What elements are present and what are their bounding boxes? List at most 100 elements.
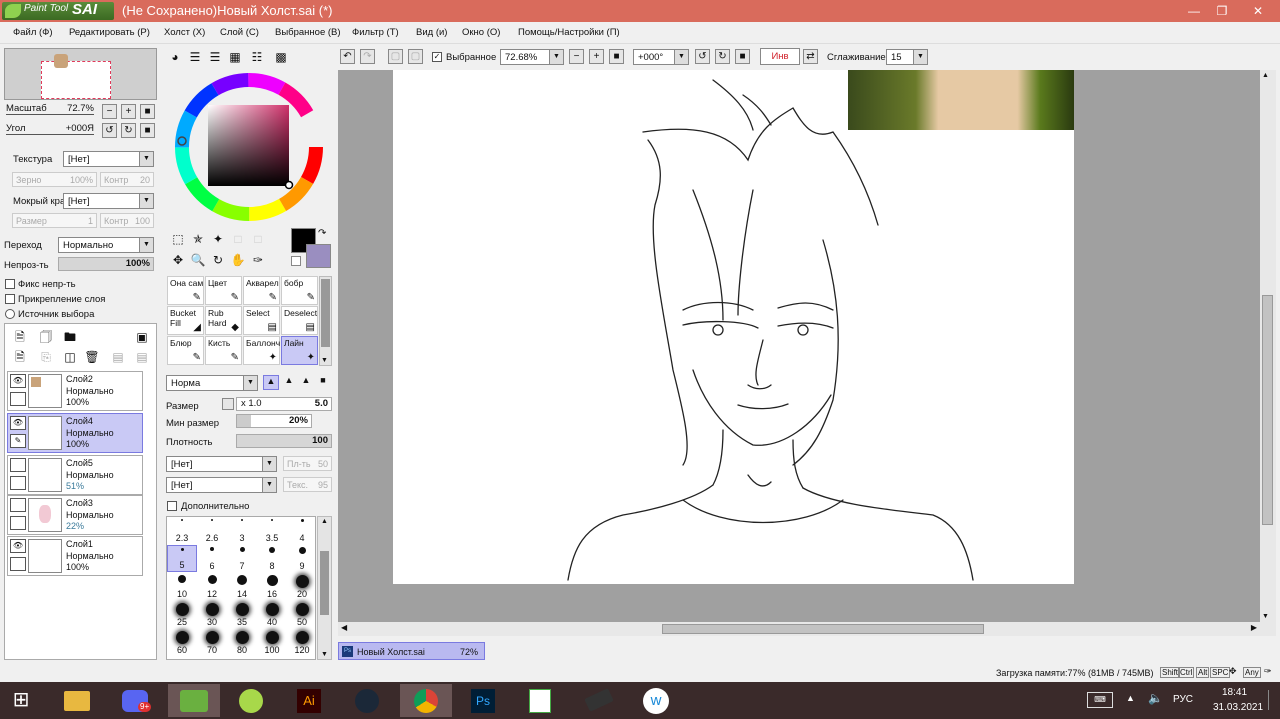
selection-checkbox[interactable]: ✓	[432, 52, 442, 62]
scale-value[interactable]: 72.7%	[50, 103, 94, 114]
color-wheel-icon[interactable]: ◕	[166, 48, 184, 66]
eye-icon[interactable]: 👁	[10, 539, 26, 553]
rotate-left-button[interactable]: ↺	[695, 49, 710, 64]
zoom-out-button[interactable]: −	[569, 49, 584, 64]
zoom-icon[interactable]: 🔍	[189, 251, 207, 269]
scratchpad-icon[interactable]: ☷	[248, 48, 266, 66]
hand-icon[interactable]: ✋	[229, 251, 247, 269]
color-wheel[interactable]	[172, 70, 326, 224]
magic-wand-icon[interactable]: ✦	[209, 230, 227, 248]
volume-icon[interactable]: 🔈	[1148, 691, 1163, 705]
brush-size-cell[interactable]: 20	[287, 573, 317, 600]
layer-item-1[interactable]: 👁 Слой1 Нормально 100%	[7, 536, 143, 576]
scroll-down-icon[interactable]: ▼	[1262, 613, 1269, 620]
new-folder-icon[interactable]: 🖿	[61, 328, 79, 346]
scroll-right-icon[interactable]: ▶	[1251, 623, 1257, 632]
tool-item-9[interactable]: Кисть ✎	[205, 336, 242, 365]
secondary-color-swatch[interactable]	[306, 244, 331, 268]
eye-icon[interactable]: 👁	[10, 374, 26, 388]
opacity-slider[interactable]: 100%	[58, 257, 154, 271]
clock-time[interactable]: 18:41	[1222, 687, 1247, 698]
tool-grid-scrollbar[interactable]: ▼	[319, 276, 332, 366]
layer-lock-toggle[interactable]	[10, 557, 26, 571]
zoom-in-button[interactable]: +	[589, 49, 604, 64]
advanced-checkbox[interactable]	[167, 501, 177, 511]
copy-layer-icon[interactable]: 🗎	[11, 348, 29, 366]
brush-size-cell[interactable]: 2.3	[167, 517, 197, 544]
horizontal-scroll-thumb[interactable]	[662, 624, 984, 634]
vertical-scrollbar[interactable]: ▲ ▼	[1260, 70, 1276, 636]
rotate-icon[interactable]: ↻	[209, 251, 227, 269]
menu-file[interactable]: Файл (Ф)	[13, 27, 53, 38]
fix-opacity-checkbox[interactable]	[5, 279, 15, 289]
visibility-toggle[interactable]	[10, 458, 26, 472]
clip-layer-checkbox[interactable]	[5, 294, 15, 304]
discord-icon[interactable]: 9+	[116, 684, 154, 717]
brush-grid-scrollbar[interactable]: ▲ ▼	[317, 516, 332, 660]
layer-item-4[interactable]: 👁 ✎ Слой4 Нормально 100%	[7, 413, 143, 453]
clear-layer-icon[interactable]: ◫	[61, 348, 79, 366]
brush-size-cell[interactable]: 3	[227, 517, 257, 544]
tool-item-10[interactable]: Баллонч ✦	[243, 336, 280, 365]
rotate-left-button[interactable]: ↺	[102, 123, 117, 138]
tool-item-5[interactable]: Rub Hard ◆	[205, 306, 242, 335]
brush-size-cell[interactable]: 70	[197, 629, 227, 656]
steam-icon[interactable]	[348, 684, 386, 717]
brush-size-cell[interactable]: 80	[227, 629, 257, 656]
brush-icon[interactable]: ✎	[10, 434, 26, 448]
brush-shape-flat[interactable]: ■	[315, 375, 331, 390]
brush-texture2-dropdown[interactable]: [Нет] ▼	[166, 477, 277, 493]
brush-size-cell[interactable]: 8	[257, 545, 287, 572]
navigator-panel[interactable]	[4, 48, 157, 100]
swap-colors-icon[interactable]: ↷	[318, 228, 326, 239]
tool-item-1[interactable]: Цвет ✎	[205, 276, 242, 305]
size-lock-toggle[interactable]	[222, 398, 234, 410]
show-desktop-button[interactable]	[1268, 690, 1278, 710]
menu-view[interactable]: Вид (и)	[416, 27, 447, 38]
scroll-up-icon[interactable]: ▲	[1262, 72, 1269, 79]
min-size-slider[interactable]: 20%	[236, 414, 312, 428]
flip-horizontal-button[interactable]: ⇄	[803, 49, 818, 64]
w-app-icon[interactable]: w	[637, 684, 675, 717]
brush-shape-sharp[interactable]: ▲	[263, 375, 279, 390]
brush-size-cell[interactable]: 14	[227, 573, 257, 600]
brush-size-cell[interactable]: 2.6	[197, 517, 227, 544]
layer-item-2[interactable]: 👁 Слой2 Нормально 100%	[7, 371, 143, 411]
chevron-up-icon[interactable]: ▲	[1126, 693, 1135, 703]
rotate-right-button[interactable]: ↻	[121, 123, 136, 138]
new-vector-layer-icon[interactable]: 🗍	[37, 328, 55, 346]
layer-item-3[interactable]: Слой3 Нормально 22%	[7, 495, 143, 535]
layer-item-5[interactable]: Слой5 Нормально 51%	[7, 455, 143, 495]
scale-slider[interactable]	[6, 114, 94, 115]
lasso-icon[interactable]: ✯	[189, 230, 207, 248]
document-tab[interactable]: Ps Новый Холст.sai 72%	[338, 642, 485, 660]
angle-slider[interactable]	[6, 134, 94, 135]
brush-mode-dropdown[interactable]: Норма ▼	[166, 375, 258, 391]
drawing-canvas[interactable]	[393, 70, 1074, 584]
undo-button[interactable]: ↶	[340, 49, 355, 64]
brush-size-cell[interactable]: 4	[287, 517, 317, 544]
brush-size-cell[interactable]: 60	[167, 629, 197, 656]
close-button[interactable]: ✕	[1244, 0, 1272, 22]
brush-size-cell[interactable]: 50	[287, 601, 317, 628]
navigator-viewport[interactable]	[41, 54, 111, 99]
blend-dropdown[interactable]: Нормально ▼	[58, 237, 154, 253]
rgb-sliders-icon[interactable]: ☰	[186, 48, 204, 66]
brush-size-cell[interactable]: 16	[257, 573, 287, 600]
zoom-dropdown[interactable]: 72.68% ▼	[500, 49, 564, 65]
layer-mask-icon[interactable]: ▣	[133, 328, 151, 346]
keyboard-icon[interactable]: ⌨	[1087, 692, 1113, 708]
tool-item-3[interactable]: бобр ✎	[281, 276, 318, 305]
menu-selection[interactable]: Выбранное (В)	[275, 27, 341, 38]
vertical-scroll-thumb[interactable]	[1262, 295, 1273, 525]
rotate-reset-button[interactable]: ■	[735, 49, 750, 64]
clock-date[interactable]: 31.03.2021	[1213, 702, 1263, 713]
layer-lock-toggle[interactable]	[10, 516, 26, 530]
brush-size-cell[interactable]: 9	[287, 545, 317, 572]
eyedropper-icon[interactable]: ✑	[249, 251, 267, 269]
brush-size-cell[interactable]: 35	[227, 601, 257, 628]
menu-edit[interactable]: Редактировать (Р)	[69, 27, 150, 38]
brush-size-cell[interactable]: 12	[197, 573, 227, 600]
brush-size-cell[interactable]: 6	[197, 545, 227, 572]
angle-dropdown[interactable]: +000° ▼	[633, 49, 689, 65]
